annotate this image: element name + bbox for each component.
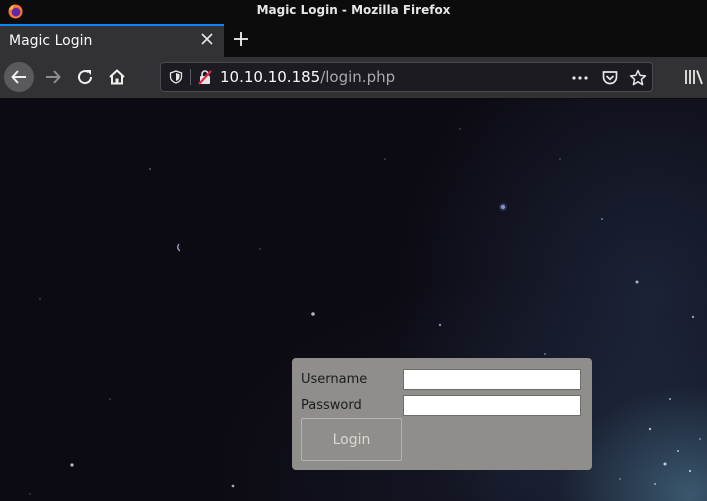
url-separator <box>190 69 191 85</box>
password-input[interactable] <box>403 395 581 416</box>
login-form: Username Password Login <box>292 358 592 470</box>
pocket-icon[interactable] <box>601 69 619 87</box>
shield-icon[interactable] <box>169 70 183 84</box>
back-button[interactable] <box>4 62 34 92</box>
url-text[interactable]: 10.10.10.185/login.php <box>220 68 395 86</box>
browser-window: Magic Login - Mozilla Firefox Magic Logi… <box>0 0 707 501</box>
username-label: Username <box>301 372 368 387</box>
tab-title: Magic Login <box>9 33 93 49</box>
navigation-toolbar: 10.10.10.185/login.php <box>0 57 707 99</box>
forward-arrow-icon <box>46 70 61 84</box>
password-label: Password <box>301 398 362 413</box>
home-button[interactable] <box>102 62 132 92</box>
reload-button[interactable] <box>70 62 100 92</box>
login-button[interactable]: Login <box>301 418 402 461</box>
reload-icon <box>78 70 93 85</box>
username-input[interactable] <box>403 369 581 390</box>
new-tab-plus-icon[interactable] <box>232 30 250 48</box>
back-arrow-icon <box>11 70 26 84</box>
window-title: Magic Login - Mozilla Firefox <box>256 3 451 17</box>
home-icon <box>109 69 125 85</box>
tab-strip: Magic Login <box>0 23 707 57</box>
url-host: 10.10.10.185 <box>220 68 321 86</box>
close-icon[interactable] <box>200 32 214 46</box>
star-icon[interactable] <box>629 69 647 87</box>
tab-magic-login[interactable]: Magic Login <box>0 24 224 57</box>
title-bar: Magic Login - Mozilla Firefox <box>0 0 707 23</box>
library-icon[interactable] <box>684 68 704 86</box>
page-content: Username Password Login <box>0 99 707 501</box>
url-bar[interactable]: 10.10.10.185/login.php <box>160 62 653 92</box>
forward-button[interactable] <box>38 62 68 92</box>
more-dots-icon[interactable] <box>571 69 589 87</box>
insecure-lock-icon[interactable] <box>197 69 213 85</box>
url-path: /login.php <box>320 68 396 86</box>
